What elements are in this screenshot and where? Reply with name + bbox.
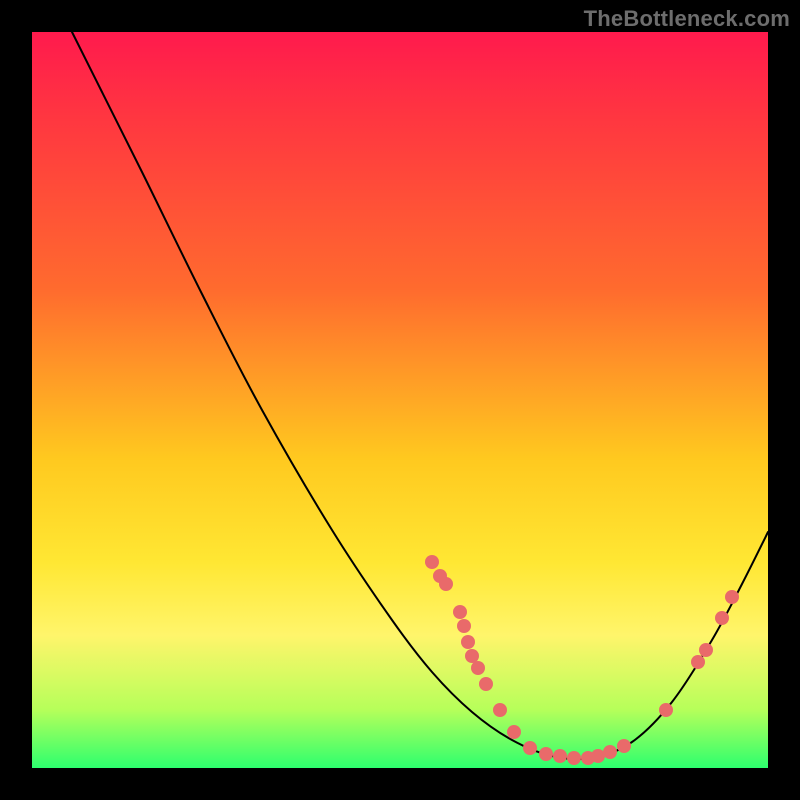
- data-marker: [439, 577, 453, 591]
- data-marker: [453, 605, 467, 619]
- data-marker: [507, 725, 521, 739]
- data-marker: [461, 635, 475, 649]
- chart-frame: TheBottleneck.com: [0, 0, 800, 800]
- data-marker: [699, 643, 713, 657]
- data-marker: [479, 677, 493, 691]
- data-marker: [715, 611, 729, 625]
- data-marker: [553, 749, 567, 763]
- data-marker: [617, 739, 631, 753]
- data-marker: [603, 745, 617, 759]
- data-marker: [691, 655, 705, 669]
- bottleneck-curve: [72, 32, 768, 759]
- data-marker: [465, 649, 479, 663]
- data-marker: [493, 703, 507, 717]
- data-marker: [471, 661, 485, 675]
- data-marker: [539, 747, 553, 761]
- data-marker: [725, 590, 739, 604]
- data-marker: [457, 619, 471, 633]
- data-marker: [567, 751, 581, 765]
- watermark-text: TheBottleneck.com: [584, 6, 790, 32]
- data-marker: [425, 555, 439, 569]
- data-marker: [523, 741, 537, 755]
- marker-group: [425, 555, 739, 765]
- curve-svg: [32, 32, 768, 768]
- plot-area: [32, 32, 768, 768]
- data-marker: [591, 749, 605, 763]
- data-marker: [659, 703, 673, 717]
